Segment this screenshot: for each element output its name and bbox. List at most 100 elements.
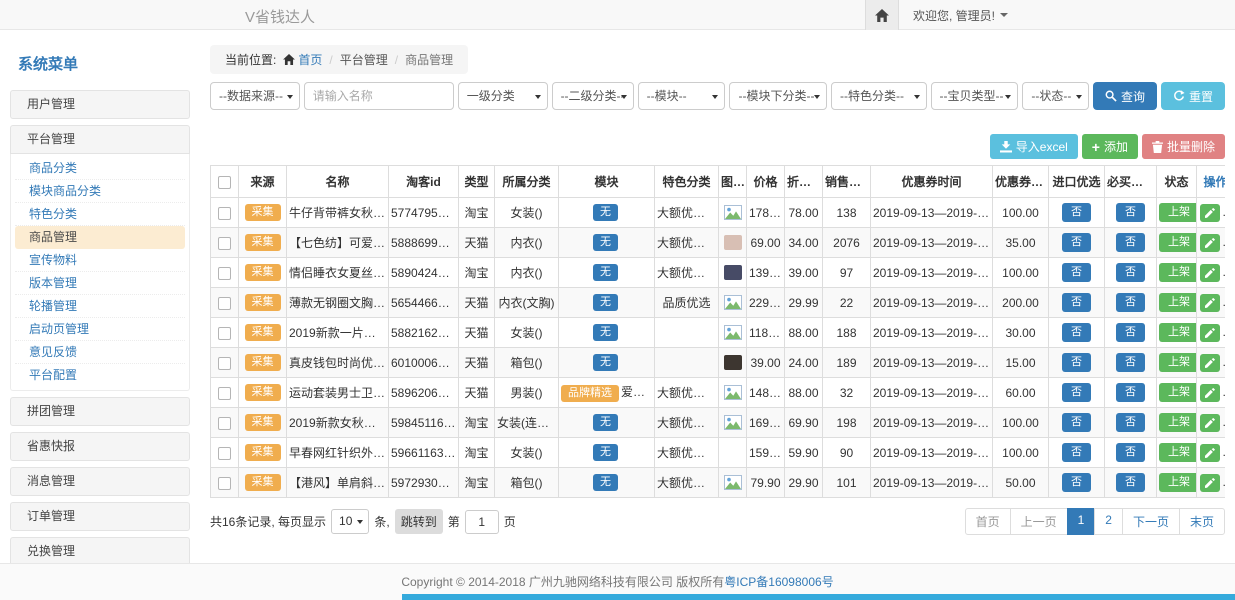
status-badge[interactable]: 上架 xyxy=(1159,383,1197,402)
sidebar-subitem[interactable]: 商品管理 xyxy=(15,226,185,249)
edit-button[interactable] xyxy=(1200,474,1220,492)
add-button[interactable]: + 添加 xyxy=(1082,134,1138,159)
import-select-toggle[interactable]: 否 xyxy=(1062,443,1091,462)
batch-delete-button[interactable]: 批量删除 xyxy=(1142,134,1225,159)
must-buy-toggle[interactable]: 否 xyxy=(1116,233,1145,252)
sidebar-subitem[interactable]: 轮播管理 xyxy=(15,295,185,318)
import-select-toggle[interactable]: 否 xyxy=(1062,413,1091,432)
filter-module-sub-select[interactable]: --模块下分类-- xyxy=(729,82,827,110)
edit-icon xyxy=(1205,298,1215,308)
status-badge[interactable]: 上架 xyxy=(1159,473,1197,492)
sidebar-item[interactable]: 订单管理 xyxy=(10,502,190,531)
row-checkbox[interactable] xyxy=(218,387,231,400)
must-buy-toggle[interactable]: 否 xyxy=(1116,353,1145,372)
row-checkbox[interactable] xyxy=(218,207,231,220)
filter-cat2-select[interactable]: --二级分类-- xyxy=(552,82,634,110)
pager-item[interactable]: 首页 xyxy=(965,508,1011,535)
edit-button[interactable] xyxy=(1200,384,1220,402)
sidebar-subitem[interactable]: 特色分类 xyxy=(15,203,185,226)
row-checkbox[interactable] xyxy=(218,327,231,340)
row-checkbox[interactable] xyxy=(218,237,231,250)
edit-button[interactable] xyxy=(1200,264,1220,282)
status-badge[interactable]: 上架 xyxy=(1159,413,1197,432)
sidebar-subitem[interactable]: 意见反馈 xyxy=(15,341,185,364)
filter-cat1-select[interactable]: 一级分类 xyxy=(458,82,548,110)
search-button[interactable]: 查询 xyxy=(1093,82,1157,110)
filter-item-type-select[interactable]: --宝贝类型-- xyxy=(931,82,1019,110)
name-search-input[interactable] xyxy=(304,82,454,110)
import-excel-button[interactable]: 导入excel xyxy=(990,134,1078,159)
import-select-toggle[interactable]: 否 xyxy=(1062,293,1091,312)
import-select-toggle[interactable]: 否 xyxy=(1062,383,1091,402)
sidebar-item[interactable]: 省惠快报 xyxy=(10,432,190,461)
edit-button[interactable] xyxy=(1200,234,1220,252)
home-button[interactable] xyxy=(865,0,899,30)
filter-module-select[interactable]: --模块-- xyxy=(638,82,726,110)
filter-feature-select[interactable]: --特色分类-- xyxy=(831,82,927,110)
status-badge[interactable]: 上架 xyxy=(1159,263,1197,282)
import-select-toggle[interactable]: 否 xyxy=(1062,473,1091,492)
edit-button[interactable] xyxy=(1200,294,1220,312)
sidebar-subitem[interactable]: 平台配置 xyxy=(15,364,185,387)
sidebar-subitem[interactable]: 商品分类 xyxy=(15,157,185,180)
pager-item[interactable]: 2 xyxy=(1094,508,1123,535)
must-buy-toggle[interactable]: 否 xyxy=(1116,293,1145,312)
page-number-input[interactable] xyxy=(465,510,499,534)
must-buy-toggle[interactable]: 否 xyxy=(1116,413,1145,432)
pager-item[interactable]: 上一页 xyxy=(1010,508,1068,535)
row-checkbox[interactable] xyxy=(218,357,231,370)
sidebar-subitem[interactable]: 启动页管理 xyxy=(15,318,185,341)
discount-price: 78.00 xyxy=(785,198,823,228)
import-select-toggle[interactable]: 否 xyxy=(1062,233,1091,252)
import-select-toggle[interactable]: 否 xyxy=(1062,323,1091,342)
status-badge[interactable]: 上架 xyxy=(1159,443,1197,462)
filter-status-select[interactable]: --状态-- xyxy=(1022,82,1089,110)
row-checkbox[interactable] xyxy=(218,477,231,490)
must-buy-toggle[interactable]: 否 xyxy=(1116,443,1145,462)
status-badge[interactable]: 上架 xyxy=(1159,203,1197,222)
status-badge[interactable]: 上架 xyxy=(1159,233,1197,252)
breadcrumb-home-link[interactable]: 首页 xyxy=(283,51,322,68)
sidebar-item[interactable]: 消息管理 xyxy=(10,467,190,496)
reset-button[interactable]: 重置 xyxy=(1161,82,1225,110)
sidebar-item[interactable]: 拼团管理 xyxy=(10,397,190,426)
edit-button[interactable] xyxy=(1200,324,1220,342)
must-buy-toggle[interactable]: 否 xyxy=(1116,383,1145,402)
sidebar-item[interactable]: 兑换管理 xyxy=(10,537,190,563)
edit-button[interactable] xyxy=(1200,444,1220,462)
must-buy-toggle[interactable]: 否 xyxy=(1116,473,1145,492)
import-select-toggle[interactable]: 否 xyxy=(1062,263,1091,282)
coupon-time: 2019-09-13—2019-09-15 xyxy=(871,378,993,408)
status-badge[interactable]: 上架 xyxy=(1159,323,1197,342)
sidebar-item-user-management[interactable]: 用户管理 xyxy=(10,90,190,119)
sidebar-item-platform-management[interactable]: 平台管理 xyxy=(10,125,190,154)
select-all-checkbox[interactable] xyxy=(218,176,231,189)
sidebar-subitem[interactable]: 宣传物料 xyxy=(15,249,185,272)
jump-button[interactable]: 跳转到 xyxy=(395,509,443,534)
import-select-toggle[interactable]: 否 xyxy=(1062,203,1091,222)
sidebar-subitem[interactable]: 模块商品分类 xyxy=(15,180,185,203)
row-checkbox[interactable] xyxy=(218,297,231,310)
per-page-select[interactable]: 10 xyxy=(331,509,369,534)
product-category: 女装(连衣裙) xyxy=(495,408,559,438)
icp-link[interactable]: 粤ICP备16098006号 xyxy=(724,575,833,589)
edit-button[interactable] xyxy=(1200,204,1220,222)
pager-item[interactable]: 下一页 xyxy=(1122,508,1180,535)
status-badge[interactable]: 上架 xyxy=(1159,353,1197,372)
edit-button[interactable] xyxy=(1200,414,1220,432)
row-checkbox[interactable] xyxy=(218,417,231,430)
sidebar-subitem[interactable]: 版本管理 xyxy=(15,272,185,295)
user-menu[interactable]: 欢迎您, 管理员! xyxy=(913,7,1008,24)
filter-source-select[interactable]: --数据来源-- xyxy=(210,82,300,110)
row-checkbox[interactable] xyxy=(218,447,231,460)
import-select-toggle[interactable]: 否 xyxy=(1062,353,1091,372)
must-buy-toggle[interactable]: 否 xyxy=(1116,263,1145,282)
must-buy-toggle[interactable]: 否 xyxy=(1116,203,1145,222)
edit-button[interactable] xyxy=(1200,354,1220,372)
pager-item[interactable]: 1 xyxy=(1067,508,1096,535)
status-badge[interactable]: 上架 xyxy=(1159,293,1197,312)
must-buy-toggle[interactable]: 否 xyxy=(1116,323,1145,342)
row-checkbox[interactable] xyxy=(218,267,231,280)
table-body: 采集 牛仔背带裤女秋装减龄... 577479560965 淘宝 女装() 无 … xyxy=(211,198,1226,498)
pager-item[interactable]: 末页 xyxy=(1179,508,1225,535)
